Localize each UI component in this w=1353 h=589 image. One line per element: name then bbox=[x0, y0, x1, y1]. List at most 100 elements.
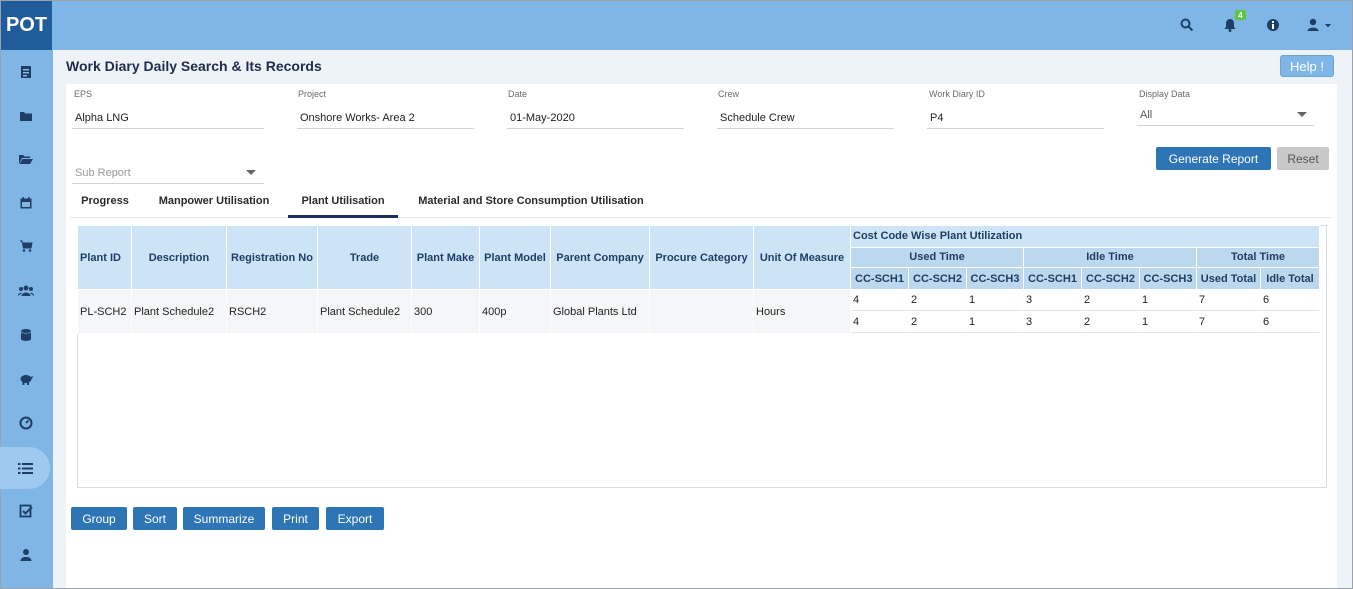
calendar-icon bbox=[20, 197, 32, 209]
cart-icon bbox=[20, 240, 33, 252]
chevron-down-icon[interactable] bbox=[1297, 112, 1307, 117]
summarize-button[interactable]: Summarize bbox=[183, 507, 265, 530]
col-idle-cc-sch1[interactable]: CC-SCH1 bbox=[1024, 268, 1081, 289]
sidebar-item-dashboard[interactable] bbox=[0, 402, 52, 444]
sidebar-item-checklist[interactable] bbox=[0, 490, 52, 532]
print-button[interactable]: Print bbox=[272, 507, 319, 530]
help-button[interactable]: Help ! bbox=[1280, 55, 1334, 77]
list-icon bbox=[17, 462, 33, 474]
page-title: Work Diary Daily Search & Its Records bbox=[66, 58, 322, 74]
export-button[interactable]: Export bbox=[326, 507, 384, 530]
folder-open-icon bbox=[19, 155, 33, 164]
users-icon bbox=[18, 285, 34, 296]
col-registration-no[interactable]: Registration No bbox=[227, 226, 317, 289]
info-icon[interactable] bbox=[1264, 16, 1282, 34]
work-diary-id-label: Work Diary ID bbox=[929, 89, 985, 99]
user-menu-icon[interactable] bbox=[1305, 16, 1335, 34]
cell-plant-model: 400p bbox=[480, 290, 550, 333]
display-data-label: Display Data bbox=[1139, 89, 1191, 99]
sidebar-item-cart[interactable] bbox=[0, 225, 52, 267]
sidebar-item-calendar[interactable] bbox=[0, 182, 52, 224]
group-total-time: Total Time bbox=[1197, 247, 1319, 268]
app-logo[interactable]: POT bbox=[1, 1, 52, 50]
cell-procure-category bbox=[650, 290, 753, 333]
cell-value: 6 bbox=[1261, 290, 1319, 311]
cell-value: 2 bbox=[909, 290, 966, 311]
col-description[interactable]: Description bbox=[132, 226, 226, 289]
piggy-bank-icon bbox=[20, 375, 33, 385]
report-icon bbox=[21, 66, 31, 78]
col-plant-make[interactable]: Plant Make bbox=[412, 226, 479, 289]
generate-report-button[interactable]: Generate Report bbox=[1156, 147, 1271, 170]
cell-value: 4 bbox=[851, 312, 908, 333]
eps-label: EPS bbox=[74, 89, 93, 99]
col-used-cc-sch3[interactable]: CC-SCH3 bbox=[967, 268, 1023, 289]
cell-value: 2 bbox=[1082, 290, 1139, 311]
eps-field[interactable]: Alpha LNG bbox=[72, 107, 264, 129]
col-unit-of-measure[interactable]: Unit Of Measure bbox=[754, 226, 850, 289]
sidebar-item-report[interactable] bbox=[0, 51, 52, 93]
project-field[interactable]: Onshore Works- Area 2 bbox=[297, 107, 474, 129]
dashboard-icon bbox=[19, 416, 33, 430]
search-icon[interactable] bbox=[1178, 16, 1196, 34]
cell-value: 2 bbox=[1082, 312, 1139, 333]
display-data-select[interactable]: All bbox=[1137, 104, 1314, 126]
date-field[interactable]: 01-May-2020 bbox=[507, 107, 684, 129]
col-used-cc-sch1[interactable]: CC-SCH1 bbox=[851, 268, 908, 289]
cell-parent-company: Global Plants Ltd bbox=[551, 290, 649, 333]
sidebar-item-folder[interactable] bbox=[0, 95, 52, 137]
cell-value: 6 bbox=[1261, 312, 1319, 333]
group-idle-time: Idle Time bbox=[1024, 247, 1196, 268]
col-procure-category[interactable]: Procure Category bbox=[650, 226, 753, 289]
cell-value: 3 bbox=[1024, 312, 1081, 333]
crew-label: Crew bbox=[718, 89, 740, 99]
project-label: Project bbox=[298, 89, 327, 99]
cell-value: 7 bbox=[1197, 312, 1260, 333]
cell-description: Plant Schedule2 bbox=[132, 290, 226, 333]
col-trade[interactable]: Trade bbox=[318, 226, 411, 289]
cell-plant-id: PL-SCH2 bbox=[78, 290, 131, 333]
cell-unit-of-measure: Hours bbox=[754, 290, 850, 333]
sidebar-item-list[interactable] bbox=[0, 447, 50, 489]
plant-utilisation-table: Plant ID Description Registration No Tra… bbox=[77, 225, 1320, 334]
col-plant-id[interactable]: Plant ID bbox=[78, 226, 131, 289]
tab-plant-utilisation[interactable]: Plant Utilisation bbox=[288, 195, 398, 218]
folder-icon bbox=[20, 112, 32, 121]
col-idle-total[interactable]: Idle Total bbox=[1261, 268, 1319, 289]
tab-manpower-utilisation[interactable]: Manpower Utilisation bbox=[150, 195, 278, 218]
tab-material-store-consumption[interactable]: Material and Store Consumption Utilisati… bbox=[408, 195, 654, 218]
table-row[interactable]: PL-SCH2 Plant Schedule2 RSCH2 Plant Sche… bbox=[78, 290, 1319, 333]
reset-button[interactable]: Reset bbox=[1277, 147, 1329, 170]
col-parent-company[interactable]: Parent Company bbox=[551, 226, 649, 289]
cell-registration-no: RSCH2 bbox=[227, 290, 317, 333]
chevron-down-icon[interactable] bbox=[246, 170, 256, 175]
sidebar-item-user[interactable] bbox=[0, 534, 52, 576]
col-idle-cc-sch3[interactable]: CC-SCH3 bbox=[1140, 268, 1196, 289]
cell-value: 2 bbox=[909, 312, 966, 333]
cell-trade: Plant Schedule2 bbox=[318, 290, 411, 333]
cell-plant-make: 300 bbox=[412, 290, 479, 333]
work-diary-id-field[interactable]: P4 bbox=[927, 107, 1104, 129]
database-icon bbox=[21, 329, 31, 341]
sort-button[interactable]: Sort bbox=[133, 507, 177, 530]
sub-report-select[interactable]: Sub Report bbox=[72, 162, 264, 184]
group-used-time: Used Time bbox=[851, 247, 1023, 268]
sidebar-item-users[interactable] bbox=[0, 270, 52, 312]
col-plant-model[interactable]: Plant Model bbox=[480, 226, 550, 289]
crew-field[interactable]: Schedule Crew bbox=[717, 107, 894, 129]
col-used-total[interactable]: Used Total bbox=[1197, 268, 1260, 289]
sidebar-item-piggy-bank[interactable] bbox=[0, 358, 52, 400]
date-label: Date bbox=[508, 89, 528, 99]
sidebar-item-folder-open[interactable] bbox=[0, 138, 52, 180]
group-button[interactable]: Group bbox=[71, 507, 127, 530]
cell-value: 1 bbox=[967, 290, 1023, 311]
sidebar-item-database[interactable] bbox=[0, 314, 52, 356]
checklist-icon bbox=[19, 504, 33, 518]
tab-progress[interactable]: Progress bbox=[76, 195, 134, 218]
cell-value: 1 bbox=[1140, 312, 1196, 333]
cell-value: 1 bbox=[1140, 290, 1196, 311]
col-group-cost-code: Cost Code Wise Plant Utilization bbox=[851, 226, 1319, 247]
cell-value: 7 bbox=[1197, 290, 1260, 311]
col-idle-cc-sch2[interactable]: CC-SCH2 bbox=[1082, 268, 1139, 289]
col-used-cc-sch2[interactable]: CC-SCH2 bbox=[909, 268, 966, 289]
